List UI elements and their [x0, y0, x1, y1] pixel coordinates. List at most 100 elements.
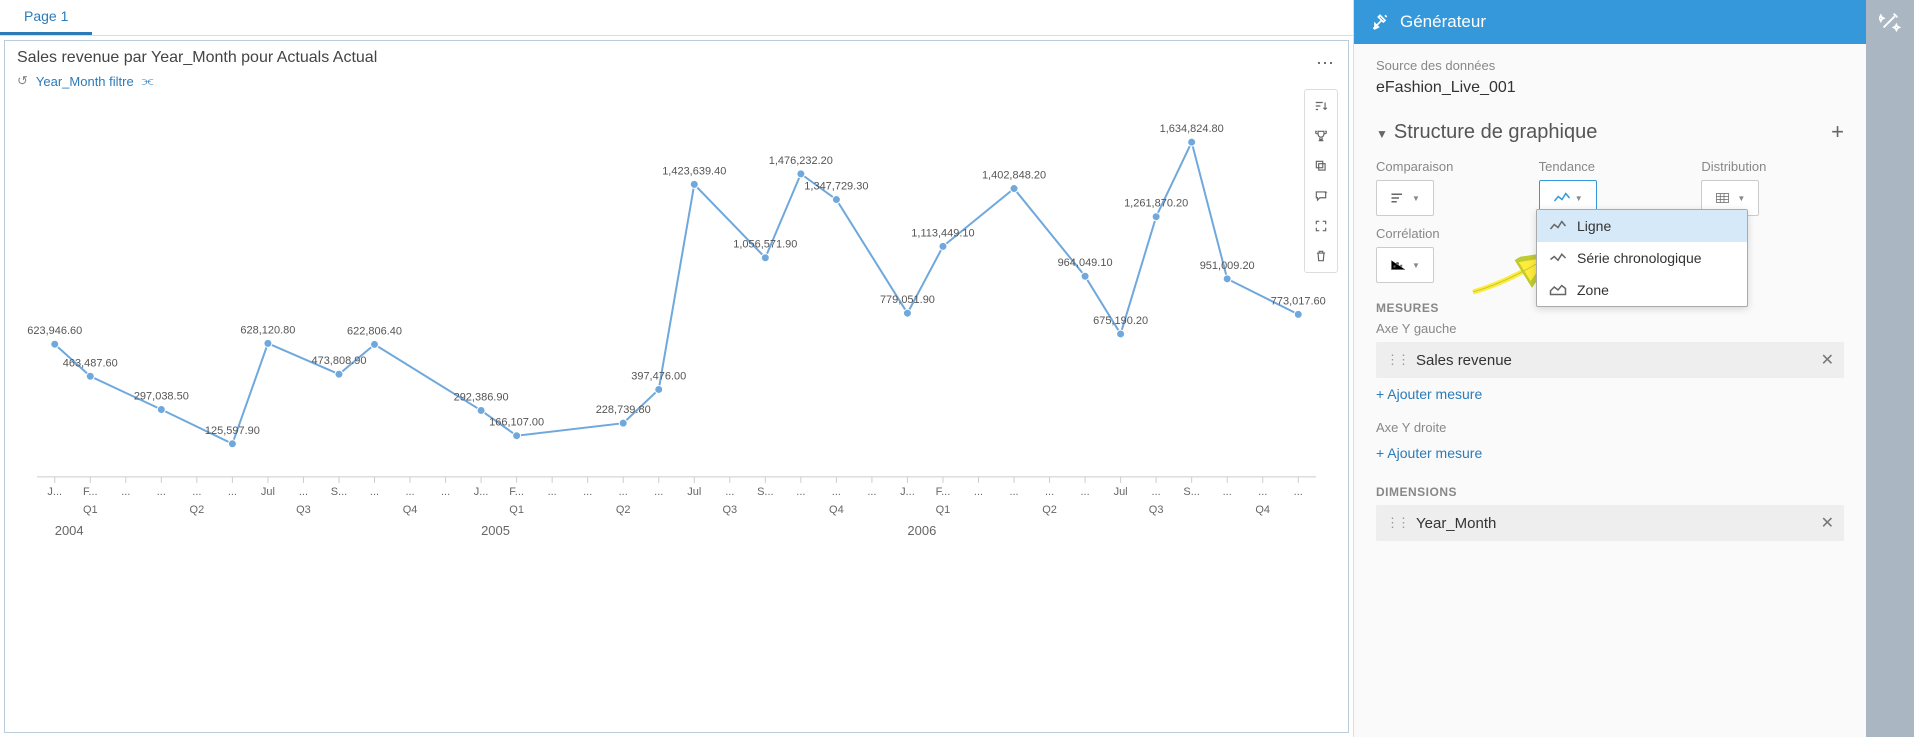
chart-plot: 623,946.60463,487.60297,038.50125,597.90…: [17, 89, 1336, 569]
remove-dimension-button[interactable]: ✕: [1821, 513, 1834, 533]
svg-text:628,120.80: 628,120.80: [240, 324, 295, 336]
svg-text:Q4: Q4: [1255, 504, 1270, 516]
chart-title: Sales revenue par Year_Month pour Actual…: [17, 49, 1336, 67]
panel-title: Générateur: [1400, 12, 1486, 32]
svg-text:951,009.20: 951,009.20: [1200, 260, 1255, 272]
svg-text:397,476.00: 397,476.00: [631, 370, 686, 382]
svg-text:228,739.80: 228,739.80: [596, 404, 651, 416]
svg-text:Q4: Q4: [829, 504, 844, 516]
svg-text:J...: J...: [474, 486, 489, 498]
grip-icon: ⋮⋮: [1386, 352, 1408, 368]
svg-text:F...: F...: [936, 486, 951, 498]
svg-text:...: ...: [725, 486, 734, 498]
svg-text:Q1: Q1: [509, 504, 524, 516]
section-structure-title[interactable]: ▼Structure de graphique: [1376, 121, 1597, 144]
svg-text:...: ...: [370, 486, 379, 498]
dropdown-item-area[interactable]: Zone: [1537, 274, 1747, 306]
svg-text:Q2: Q2: [190, 504, 205, 516]
add-measure-right-link[interactable]: + Ajouter mesure: [1376, 445, 1482, 461]
svg-text:...: ...: [1081, 486, 1090, 498]
svg-text:Q2: Q2: [1042, 504, 1057, 516]
svg-text:Q3: Q3: [1149, 504, 1164, 516]
svg-text:675,190.20: 675,190.20: [1093, 315, 1148, 327]
svg-text:2004: 2004: [55, 523, 84, 538]
struct-btn-comparison[interactable]: ▼: [1376, 180, 1434, 216]
struct-label-comparison: Comparaison: [1376, 159, 1519, 174]
svg-text:Jul: Jul: [261, 486, 275, 498]
svg-text:1,113,449.10: 1,113,449.10: [911, 227, 974, 239]
panel-content: Source des données eFashion_Live_001 ▼St…: [1354, 44, 1866, 737]
svg-text:...: ...: [832, 486, 841, 498]
panel-header: Générateur: [1354, 0, 1866, 44]
measure-chip[interactable]: ⋮⋮ Sales revenue ✕: [1376, 342, 1844, 378]
svg-text:Q3: Q3: [296, 504, 311, 516]
axis-right-label: Axe Y droite: [1376, 420, 1844, 435]
svg-text:F...: F...: [83, 486, 98, 498]
struct-label-correlation: Corrélation: [1376, 226, 1519, 241]
svg-text:...: ...: [157, 486, 166, 498]
svg-text:...: ...: [1294, 486, 1303, 498]
area-chart-icon: [1549, 283, 1567, 297]
tab-page-1[interactable]: Page 1: [0, 0, 92, 35]
svg-text:292,386.90: 292,386.90: [454, 391, 509, 403]
svg-text:...: ...: [1045, 486, 1054, 498]
svg-text:1,476,232.20: 1,476,232.20: [769, 155, 833, 167]
svg-text:125,597.90: 125,597.90: [205, 425, 260, 437]
svg-text:473,808.90: 473,808.90: [311, 355, 366, 367]
chart-widget[interactable]: Sales revenue par Year_Month pour Actual…: [4, 40, 1349, 733]
svg-text:622,806.40: 622,806.40: [347, 325, 402, 337]
dimension-chip[interactable]: ⋮⋮ Year_Month ✕: [1376, 505, 1844, 541]
svg-text:964,049.10: 964,049.10: [1058, 257, 1113, 269]
svg-text:1,423,639.40: 1,423,639.40: [662, 165, 726, 177]
svg-text:2006: 2006: [907, 523, 936, 538]
svg-text:...: ...: [867, 486, 876, 498]
svg-text:...: ...: [1258, 486, 1267, 498]
line-chart-icon: [1549, 219, 1567, 233]
svg-text:...: ...: [405, 486, 414, 498]
dropdown-item-line[interactable]: Ligne: [1537, 210, 1747, 242]
svg-text:Q2: Q2: [616, 504, 631, 516]
line-chart-svg: 623,946.60463,487.60297,038.50125,597.90…: [17, 89, 1336, 569]
svg-text:773,017.60: 773,017.60: [1271, 295, 1326, 307]
svg-text:...: ...: [619, 486, 628, 498]
bar-horizontal-icon: [1390, 191, 1408, 205]
svg-text:...: ...: [192, 486, 201, 498]
chart-more-button[interactable]: ⋯: [1316, 53, 1334, 74]
struct-btn-correlation[interactable]: ▼: [1376, 247, 1434, 283]
dimensions-heading: DIMENSIONS: [1376, 485, 1844, 499]
source-value[interactable]: eFashion_Live_001: [1376, 79, 1844, 97]
panel-collapse-strip[interactable]: [1866, 0, 1914, 737]
svg-text:1,634,824.80: 1,634,824.80: [1160, 123, 1224, 135]
svg-text:...: ...: [121, 486, 130, 498]
remove-measure-button[interactable]: ✕: [1821, 350, 1834, 370]
svg-text:779,051.90: 779,051.90: [880, 294, 935, 306]
svg-text:Q3: Q3: [722, 504, 737, 516]
svg-text:S...: S...: [331, 486, 347, 498]
struct-label-distribution: Distribution: [1701, 159, 1844, 174]
svg-text:J...: J...: [47, 486, 62, 498]
svg-text:1,402,848.20: 1,402,848.20: [982, 170, 1046, 182]
chart-filter-label[interactable]: Year_Month filtre: [36, 74, 134, 89]
main-canvas: Page 1 Sales revenue par Year_Month pour…: [0, 0, 1354, 737]
dropdown-item-timeseries[interactable]: Série chronologique: [1537, 242, 1747, 274]
back-icon[interactable]: ↺: [17, 73, 28, 89]
structure-grid: Comparaison ▼ Tendance ▼ Distribution: [1376, 159, 1844, 283]
measure-chip-text: Sales revenue: [1416, 352, 1821, 369]
add-measure-left-link[interactable]: + Ajouter mesure: [1376, 386, 1482, 402]
svg-text:...: ...: [796, 486, 805, 498]
svg-text:Jul: Jul: [687, 486, 701, 498]
svg-text:Jul: Jul: [1114, 486, 1128, 498]
svg-text:...: ...: [299, 486, 308, 498]
svg-text:Q1: Q1: [83, 504, 98, 516]
svg-text:...: ...: [1223, 486, 1232, 498]
add-structure-button[interactable]: +: [1831, 119, 1844, 145]
svg-text:S...: S...: [757, 486, 773, 498]
grip-icon: ⋮⋮: [1386, 515, 1408, 531]
line-chart-icon: [1553, 191, 1571, 205]
svg-text:1,261,870.20: 1,261,870.20: [1124, 198, 1188, 210]
link-icon[interactable]: ⫘: [142, 73, 154, 89]
svg-text:...: ...: [583, 486, 592, 498]
caret-down-icon: ▼: [1376, 127, 1388, 141]
svg-text:2005: 2005: [481, 523, 510, 538]
axis-left-label: Axe Y gauche: [1376, 321, 1844, 336]
